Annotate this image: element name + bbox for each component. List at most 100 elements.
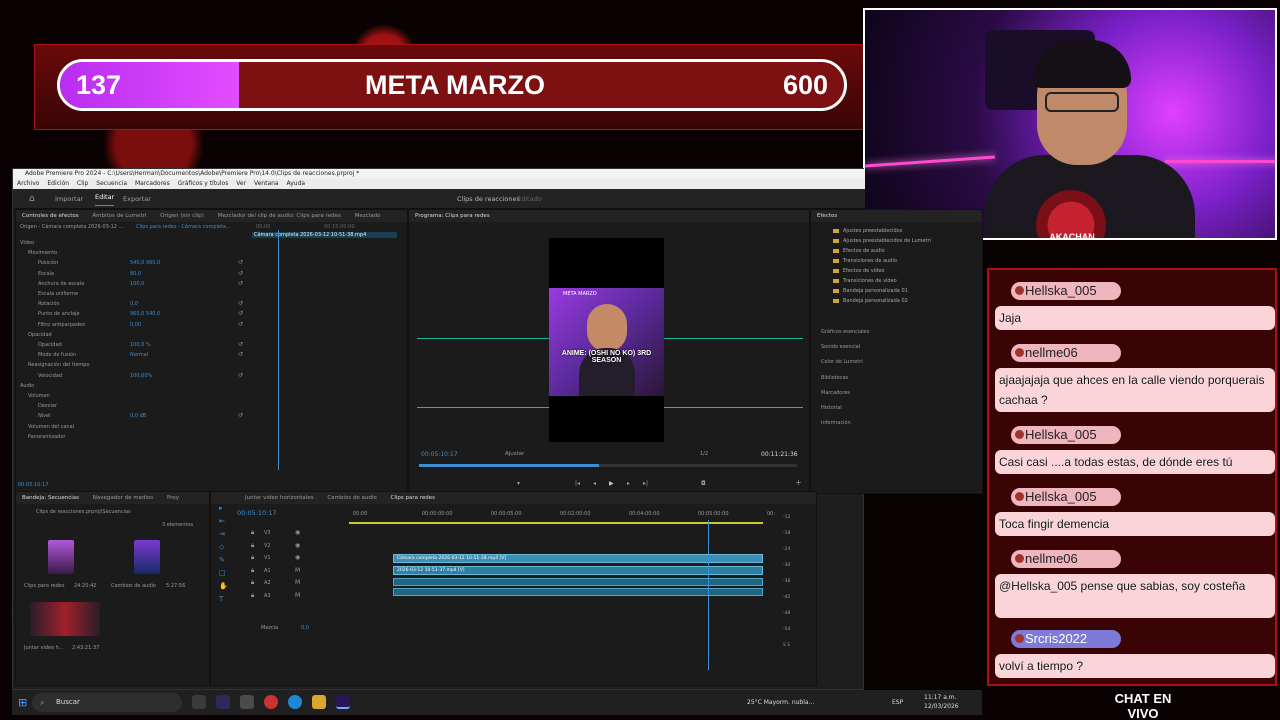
effects-folder[interactable]: Transiciones de vídeo: [833, 278, 897, 284]
effects-folder[interactable]: Ajustes preestablecidos: [833, 228, 902, 234]
program-timecode[interactable]: 00:05:10:17: [421, 451, 458, 458]
collapsed-panel-label[interactable]: Sonido esencial: [821, 344, 860, 350]
menu-secuencia[interactable]: Secuencia: [96, 180, 127, 187]
reset-icon[interactable]: ↺: [238, 321, 243, 328]
effects-folder[interactable]: Bandeja personalizada 01: [833, 288, 908, 294]
chat-username[interactable]: Hellska_005: [1011, 282, 1121, 300]
chat-username[interactable]: Srcris2022: [1011, 630, 1121, 648]
reset-icon[interactable]: ↺: [238, 300, 243, 307]
premiere-icon[interactable]: [336, 695, 350, 709]
tool-icon[interactable]: ✋: [219, 582, 228, 590]
menu-archivo[interactable]: Archivo: [17, 180, 39, 187]
clock-time[interactable]: 11:17 a.m.: [924, 694, 957, 701]
lock-icon[interactable]: 🔒︎: [251, 567, 254, 575]
effects-folder[interactable]: Bandeja personalizada 02: [833, 298, 908, 304]
menu-graficos[interactable]: Gráficos y títulos: [178, 180, 229, 187]
menu-clip[interactable]: Clip: [77, 180, 88, 187]
tab-media-browser[interactable]: Navegador de medios: [93, 495, 153, 501]
bin-item-name[interactable]: Cambios de audio: [111, 583, 156, 589]
timeline-playhead[interactable]: [708, 520, 709, 670]
sequence-thumbnail[interactable]: [48, 540, 74, 574]
tab-import[interactable]: Importar: [55, 189, 83, 209]
lock-icon[interactable]: 🔒︎: [251, 554, 254, 562]
ec-playhead[interactable]: [278, 230, 279, 470]
reset-icon[interactable]: ↺: [238, 270, 243, 277]
bin-item-name[interactable]: Clips para redes: [24, 583, 64, 589]
chat-username[interactable]: Hellska_005: [1011, 426, 1121, 444]
step-back-icon[interactable]: |◂: [575, 480, 580, 487]
effect-row-value[interactable]: 0,0: [130, 301, 138, 307]
collapsed-panel-label[interactable]: Gráficos esenciales: [821, 329, 869, 335]
ec-timecode[interactable]: 00:05:10:17: [18, 482, 49, 488]
collapsed-panel-label[interactable]: Historial: [821, 405, 842, 411]
task-view-icon[interactable]: [192, 695, 206, 709]
effect-row-value[interactable]: 80,0: [130, 271, 141, 277]
tab-seq-audio[interactable]: Cambios de audio: [327, 495, 376, 501]
frame-back-icon[interactable]: ◂: [593, 480, 596, 487]
tab-seq-horizontal[interactable]: Juntar video horizontales: [245, 495, 314, 501]
menu-ayuda[interactable]: Ayuda: [287, 180, 306, 187]
tab-project[interactable]: Proy: [167, 495, 179, 501]
eye-icon[interactable]: M: [295, 579, 300, 586]
effect-row-value[interactable]: Normal: [130, 352, 148, 358]
chat-username[interactable]: nellme06: [1011, 344, 1121, 362]
effect-row-value[interactable]: 0,0 dB: [130, 413, 146, 419]
effect-row-value[interactable]: 540,0 960,0: [130, 260, 160, 266]
tool-icon[interactable]: ▸: [219, 504, 223, 512]
track-label[interactable]: V3: [264, 530, 271, 536]
step-forward-icon[interactable]: ▸|: [643, 480, 648, 487]
chat-username[interactable]: nellme06: [1011, 550, 1121, 568]
mix-value[interactable]: 0,0: [301, 625, 309, 631]
chrome-icon[interactable]: [264, 695, 278, 709]
edge-icon[interactable]: [288, 695, 302, 709]
fit-dropdown[interactable]: Ajustar: [505, 451, 524, 457]
tab-source[interactable]: Origen (sin clip): [160, 213, 204, 219]
app-icon[interactable]: [240, 695, 254, 709]
tab-audio-clip-mixer[interactable]: Mezclador del clip de audio: Clips para …: [218, 213, 341, 219]
tool-icon[interactable]: T: [219, 595, 223, 603]
quality-dropdown[interactable]: 1/2: [700, 451, 708, 457]
lock-icon[interactable]: 🔒︎: [251, 592, 254, 600]
sequence-label[interactable]: Clips para redes - Cámara completa...: [136, 224, 231, 230]
effects-folder[interactable]: Efectos de audio: [833, 248, 885, 254]
tab-lumetri-scopes[interactable]: Ámbitos de Lumetri: [92, 213, 146, 219]
track-label[interactable]: A1: [264, 568, 271, 574]
tab-edit[interactable]: Editar: [95, 189, 115, 206]
chat-username[interactable]: Hellska_005: [1011, 488, 1121, 506]
menu-ventana[interactable]: Ventana: [254, 180, 279, 187]
file-explorer-icon[interactable]: [312, 695, 326, 709]
eye-icon[interactable]: ◉: [295, 554, 300, 561]
collapsed-panel-label[interactable]: Información: [821, 420, 851, 426]
effect-row-value[interactable]: 960,0 540,0: [130, 311, 160, 317]
effect-row-value[interactable]: 0,00: [130, 322, 141, 328]
camera-icon[interactable]: ◘: [701, 480, 706, 487]
reset-icon[interactable]: ↺: [238, 351, 243, 358]
effects-folder[interactable]: Efectos de vídeo: [833, 268, 884, 274]
collapsed-panel-label[interactable]: Bibliotecas: [821, 375, 848, 381]
lock-icon[interactable]: 🔒︎: [251, 579, 254, 587]
track-label[interactable]: A2: [264, 580, 271, 586]
eye-icon[interactable]: ◉: [295, 529, 300, 536]
track-label[interactable]: V1: [264, 555, 271, 561]
frame-forward-icon[interactable]: ▸: [627, 480, 630, 487]
tab-mixer[interactable]: Mezclado: [355, 213, 381, 219]
reset-icon[interactable]: ↺: [238, 259, 243, 266]
reset-icon[interactable]: ↺: [238, 412, 243, 419]
work-area-bar[interactable]: [349, 522, 763, 524]
reset-icon[interactable]: ↺: [238, 310, 243, 317]
effects-folder[interactable]: Ajustes preestablecidos de Lumetri: [833, 238, 931, 244]
reset-icon[interactable]: ↺: [238, 372, 243, 379]
add-button-icon[interactable]: +: [795, 478, 802, 487]
eye-icon[interactable]: M: [295, 567, 300, 574]
weather-text[interactable]: 25°C Mayorm. nubla...: [747, 699, 814, 706]
effects-folder[interactable]: Transiciones de audio: [833, 258, 897, 264]
menu-marcadores[interactable]: Marcadores: [135, 180, 170, 187]
tool-icon[interactable]: ⇥: [219, 530, 225, 538]
tab-seq-clips[interactable]: Clips para redes: [391, 495, 436, 501]
eye-icon[interactable]: ◉: [295, 542, 300, 549]
lang-indicator[interactable]: ESP: [892, 699, 903, 706]
marker-icon[interactable]: ▾: [517, 480, 520, 487]
photoshop-icon[interactable]: [216, 695, 230, 709]
program-frame[interactable]: META MARZO ANIME: (OSHI NO KO) 3RD SEASO…: [549, 238, 664, 442]
home-icon[interactable]: ⌂: [29, 189, 35, 209]
